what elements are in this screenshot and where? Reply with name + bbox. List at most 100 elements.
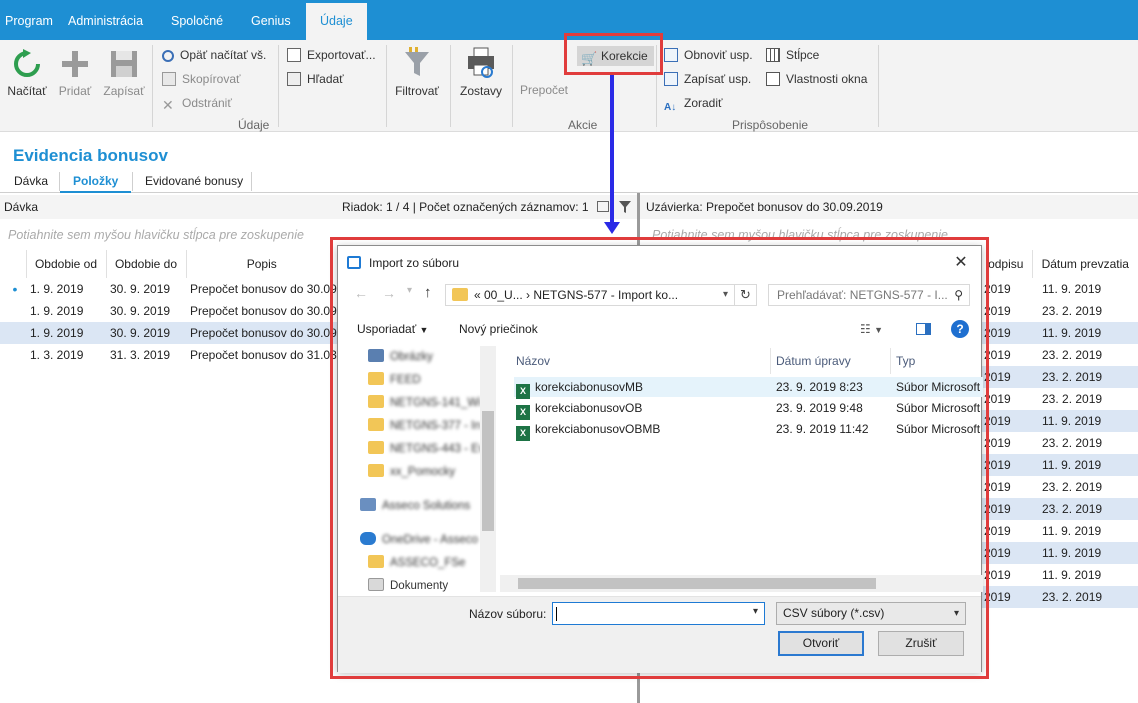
nav-item[interactable]: Dokumenty xyxy=(368,575,448,592)
nav-item[interactable]: NETGNS-443 - Ev xyxy=(368,438,485,460)
table-row[interactable]: 1. 9. 2019 30. 9. 2019 Prepočet bonusov … xyxy=(0,300,337,322)
table-row[interactable]: 2019 11. 9. 2019 xyxy=(980,542,1138,564)
filter-small-icon[interactable] xyxy=(618,200,632,214)
import-dialog: Import zo súboru ✕ ← → ▾ ↑ « 00_U... › N… xyxy=(337,245,983,673)
table-row[interactable]: 2019 11. 9. 2019 xyxy=(980,278,1138,300)
highlight-corrections xyxy=(564,33,663,75)
reports-button[interactable]: Zostavy xyxy=(456,46,506,98)
col-name[interactable]: Názov xyxy=(516,348,550,374)
horizontal-scrollbar-thumb[interactable] xyxy=(518,578,876,589)
table-row[interactable]: 2019 23. 2. 2019 xyxy=(980,344,1138,366)
col-popis[interactable]: Popis xyxy=(186,250,337,278)
search-input[interactable]: Prehľadávať: NETGNS-577 - I... ⚲ xyxy=(768,284,970,306)
dialog-title: Import zo súboru xyxy=(369,256,460,270)
table-row[interactable]: 2019 23. 2. 2019 xyxy=(980,432,1138,454)
excel-file-icon: X xyxy=(516,384,530,399)
menu-udaje[interactable]: Údaje xyxy=(306,3,367,40)
table-row[interactable]: 1. 9. 2019 30. 9. 2019 Prepočet bonusov … xyxy=(0,322,337,344)
table-row[interactable]: 2019 11. 9. 2019 xyxy=(980,410,1138,432)
group-actions-label: Akcie xyxy=(568,118,598,132)
filter-button[interactable]: Filtrovať xyxy=(392,46,442,98)
file-row[interactable]: XkorekciabonusovMB 23. 9. 2019 8:23 Súbo… xyxy=(514,377,983,399)
file-row[interactable]: XkorekciabonusovOB 23. 9. 2019 9:48 Súbo… xyxy=(514,398,983,420)
annotation-arrow xyxy=(610,75,614,225)
recent-dropdown-icon[interactable]: ▾ xyxy=(407,285,412,296)
tab-evidovane-bonusy[interactable]: Evidované bonusy xyxy=(145,169,243,193)
grid-options-icon[interactable] xyxy=(597,201,609,212)
menu-administracia[interactable]: Administrácia xyxy=(68,0,143,40)
col-datum-prevzatia[interactable]: Dátum prevzatia xyxy=(1032,250,1138,278)
table-row[interactable]: 2019 11. 9. 2019 xyxy=(980,322,1138,344)
write-button[interactable]: Zapísať xyxy=(102,48,146,98)
save-layout-button[interactable]: Zapísať usp. xyxy=(664,70,751,88)
table-row[interactable]: • 1. 9. 2019 30. 9. 2019 Prepočet bonuso… xyxy=(0,278,337,300)
add-button[interactable]: Pridať xyxy=(56,48,94,98)
close-icon[interactable]: ✕ xyxy=(949,251,973,275)
nav-scrollbar-thumb[interactable] xyxy=(482,411,494,531)
file-row[interactable]: XkorekciabonusovOBMB 23. 9. 2019 11:42 S… xyxy=(514,419,983,441)
table-row[interactable]: 2019 23. 2. 2019 xyxy=(980,300,1138,322)
right-panel-title: Uzávierka: Prepočet bonusov do 30.09.201… xyxy=(646,200,883,214)
table-row[interactable]: 2019 23. 2. 2019 xyxy=(980,476,1138,498)
copy-button[interactable]: Skopírovať xyxy=(162,70,241,88)
folder-icon xyxy=(368,441,384,454)
load-button[interactable]: Načítať xyxy=(6,48,48,98)
tab-polozky[interactable]: Položky xyxy=(60,169,132,193)
preview-pane-icon[interactable] xyxy=(916,323,931,335)
nav-item[interactable]: Asseco Solutions xyxy=(360,495,470,517)
left-panel-header: Dávka Riadok: 1 / 4 | Počet označených z… xyxy=(0,195,637,219)
menu-spolocne[interactable]: Spoločné xyxy=(171,0,223,40)
export-button[interactable]: Exportovať... xyxy=(287,46,376,64)
cancel-button[interactable]: Zrušiť xyxy=(878,631,964,656)
help-icon[interactable]: ? xyxy=(951,320,969,338)
col-datum-odpisu[interactable]: odpisu xyxy=(980,250,1033,278)
refresh-layout-button[interactable]: Obnoviť usp. xyxy=(664,46,753,64)
refresh-small-icon xyxy=(162,50,174,62)
nav-item[interactable]: NETGNS-141_Wi xyxy=(368,392,481,414)
refresh-icon[interactable]: ↻ xyxy=(735,284,757,306)
filename-dropdown-icon[interactable]: ▾ xyxy=(753,606,758,617)
col-obdobie-do[interactable]: Obdobie do xyxy=(106,250,187,278)
table-row[interactable]: 2019 11. 9. 2019 xyxy=(980,564,1138,586)
nav-item[interactable]: NETGNS-377 - In xyxy=(368,415,481,437)
delete-button[interactable]: ✕ Odstrániť xyxy=(162,94,232,112)
table-row[interactable]: 2019 23. 2. 2019 xyxy=(980,498,1138,520)
window-props-button[interactable]: Vlastnosti okna xyxy=(766,70,867,88)
group-customize-label: Prispôsobenie xyxy=(732,118,809,132)
forward-arrow-icon[interactable]: → xyxy=(382,285,396,301)
table-row[interactable]: 2019 11. 9. 2019 xyxy=(980,454,1138,476)
address-dropdown-icon[interactable]: ▾ xyxy=(723,285,728,305)
find-button[interactable]: Hľadať xyxy=(287,70,344,88)
nav-item[interactable]: Obrázky xyxy=(368,346,433,368)
nav-item[interactable]: xx_Pomocky xyxy=(368,461,455,483)
address-bar[interactable]: « 00_U... › NETGNS-577 - Import ko... ▾ xyxy=(445,284,735,306)
open-button[interactable]: Otvoriť xyxy=(778,631,864,656)
menu-genius[interactable]: Genius xyxy=(251,0,291,40)
organize-button[interactable]: Usporiadať ▼ xyxy=(357,316,428,342)
dialog-toolbar: Usporiadať ▼ Nový priečinok ☷ ▼ ? xyxy=(338,316,981,342)
sort-button[interactable]: A↓ Zoradiť xyxy=(664,94,723,113)
reload-all-button[interactable]: Opäť načítať vš. xyxy=(162,46,266,64)
table-row[interactable]: 2019 23. 2. 2019 xyxy=(980,388,1138,410)
back-arrow-icon[interactable]: ← xyxy=(354,285,368,301)
row-status: Riadok: 1 / 4 | Počet označených záznamo… xyxy=(342,200,589,214)
col-type[interactable]: Typ xyxy=(896,348,915,374)
columns-button[interactable]: Stĺpce xyxy=(766,46,819,64)
table-row[interactable]: 2019 11. 9. 2019 xyxy=(980,520,1138,542)
table-row[interactable]: 1. 3. 2019 31. 3. 2019 Prepočet bonusov … xyxy=(0,344,337,366)
nav-item[interactable]: FEED xyxy=(368,369,421,391)
table-row[interactable]: 2019 23. 2. 2019 xyxy=(980,586,1138,608)
nav-item[interactable]: ASSECO_FSe xyxy=(368,552,465,574)
filetype-select[interactable]: CSV súbory (*.csv) ▾ xyxy=(776,602,966,625)
up-arrow-icon[interactable]: ↑ xyxy=(424,284,432,301)
recalc-button[interactable]: Prepočet xyxy=(518,83,570,97)
tab-davka[interactable]: Dávka xyxy=(14,169,48,193)
col-obdobie-od[interactable]: Obdobie od xyxy=(26,250,107,278)
new-folder-button[interactable]: Nový priečinok xyxy=(459,316,538,342)
view-options-icon[interactable]: ☷ ▼ xyxy=(860,316,883,342)
filename-input[interactable]: ▾ xyxy=(552,602,765,625)
table-row[interactable]: 2019 23. 2. 2019 xyxy=(980,366,1138,388)
nav-item[interactable]: OneDrive - Asseco xyxy=(360,529,478,551)
col-date[interactable]: Dátum úpravy xyxy=(776,348,851,374)
menu-program[interactable]: Program xyxy=(5,0,53,40)
